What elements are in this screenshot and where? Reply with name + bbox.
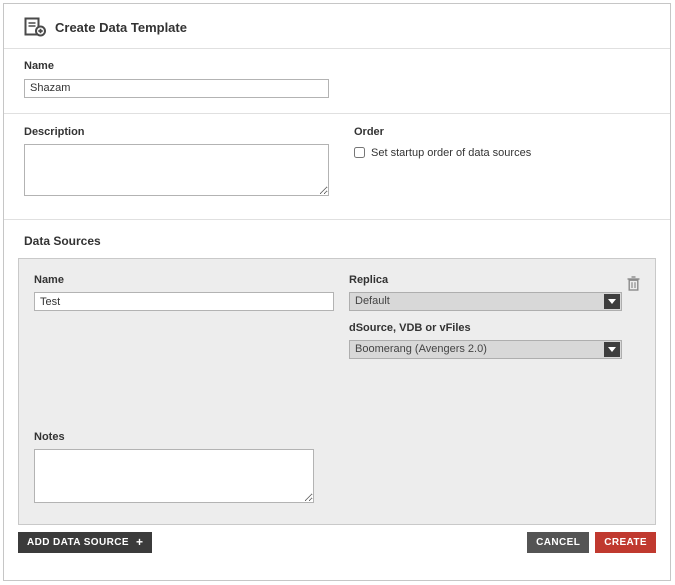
dialog-footer: ADD DATA SOURCE + CANCEL CREATE [4,525,670,553]
description-column: Description [24,126,354,201]
trash-icon [627,276,640,291]
name-label: Name [24,60,650,72]
add-data-source-button-label: ADD DATA SOURCE [27,537,129,548]
data-source-fields: Name Replica Default dSource, VDB or vFi… [34,274,642,359]
dsource-selected-value: Boomerang (Avengers 2.0) [350,343,604,355]
add-data-source-button[interactable]: ADD DATA SOURCE + [18,532,152,553]
description-order-row: Description Order Set startup order of d… [4,114,670,219]
create-button[interactable]: CREATE [595,532,656,553]
cancel-button[interactable]: CANCEL [527,532,589,553]
data-source-name-input[interactable] [34,292,334,311]
data-template-icon [24,17,46,37]
dsource-dropdown[interactable]: Boomerang (Avengers 2.0) [349,340,622,359]
data-source-name-label: Name [34,274,349,286]
description-label: Description [24,126,354,138]
data-sources-heading: Data Sources [4,220,670,258]
data-source-select-column: Replica Default dSource, VDB or vFiles B… [349,274,622,359]
notes-section: Notes [34,431,642,508]
data-source-name-column: Name [34,274,349,359]
chevron-down-icon[interactable] [604,342,620,357]
startup-order-checkbox-label: Set startup order of data sources [371,147,531,159]
replica-dropdown[interactable]: Default [349,292,622,311]
notes-textarea[interactable] [34,449,314,503]
delete-data-source-button[interactable] [625,274,642,293]
trash-column [622,274,642,359]
replica-selected-value: Default [350,295,604,307]
name-section: Name [4,49,670,113]
order-label: Order [354,126,650,138]
dsource-label: dSource, VDB or vFiles [349,322,622,334]
notes-label: Notes [34,431,642,443]
create-data-template-dialog: Create Data Template Name Description Or… [3,3,671,581]
chevron-down-icon[interactable] [604,294,620,309]
dialog-header: Create Data Template [4,4,670,48]
data-source-entry-panel: Name Replica Default dSource, VDB or vFi… [18,258,656,525]
name-input[interactable] [24,79,329,98]
plus-icon: + [136,538,143,546]
description-textarea[interactable] [24,144,329,196]
order-column: Order Set startup order of data sources [354,126,650,201]
startup-order-checkbox-row[interactable]: Set startup order of data sources [354,147,650,159]
replica-label: Replica [349,274,622,286]
page-title: Create Data Template [55,20,187,35]
startup-order-checkbox[interactable] [354,147,365,158]
